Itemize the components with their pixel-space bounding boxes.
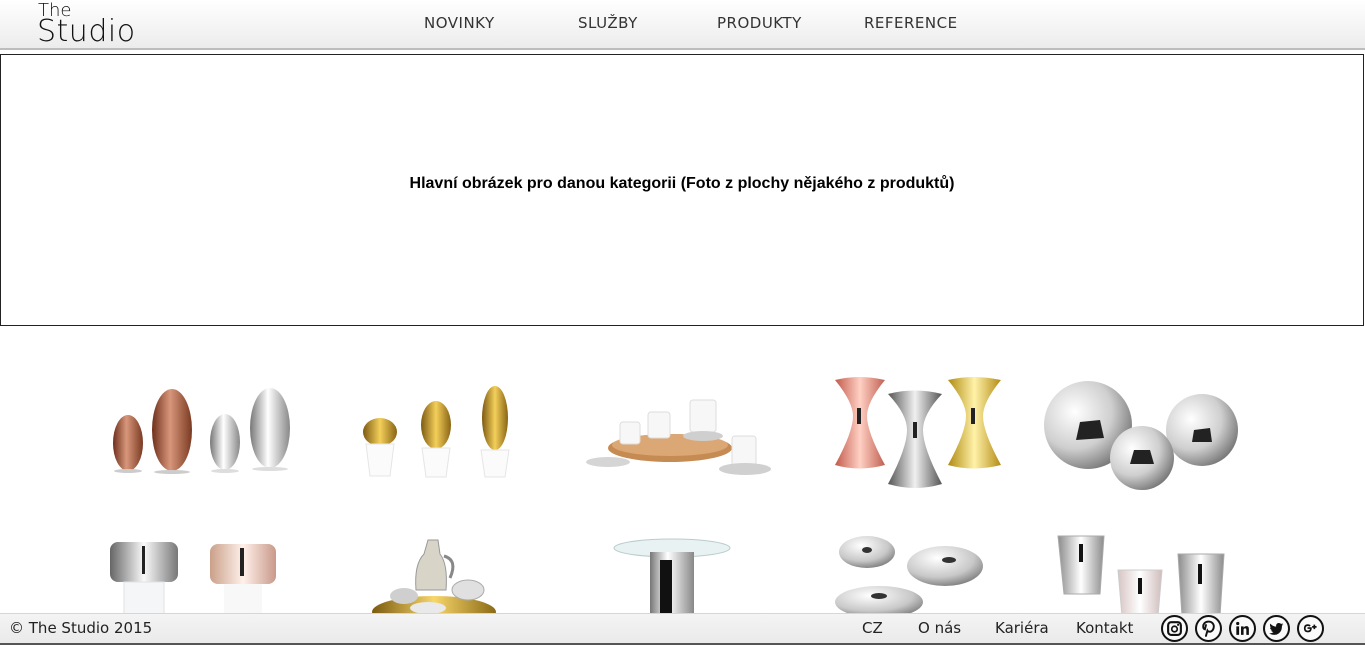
instagram-icon[interactable]: [1161, 615, 1188, 642]
product-tile-candle-tray[interactable]: [560, 370, 800, 510]
site-footer: © The Studio 2015 CZ O nás Kariéra Konta…: [0, 613, 1365, 645]
hourglass-stools-image: [835, 377, 1001, 488]
cactus-pots-image: [363, 386, 510, 478]
lamps-image: [110, 542, 276, 615]
nav-sluzby[interactable]: SLUŽBY: [578, 14, 638, 32]
logo-studio: Studio: [37, 14, 136, 49]
site-header: The Studio NOVINKY SLUŽBY PRODUKTY REFER…: [0, 0, 1365, 50]
silver-pebbles-image: [835, 536, 983, 615]
tea-set-image: [372, 539, 496, 615]
hero-placeholder-text: Hlavní obrázek pro danou kategorii (Foto…: [409, 175, 955, 192]
product-tile-silver-spheres[interactable]: [1030, 370, 1270, 510]
footer-link-kontakt[interactable]: Kontakt: [1076, 619, 1133, 637]
nav-reference[interactable]: REFERENCE: [864, 14, 958, 32]
product-tile-cactus-pots[interactable]: [320, 370, 560, 510]
category-hero-image: Hlavní obrázek pro danou kategorii (Foto…: [0, 54, 1364, 326]
product-tile-tea-set[interactable]: [320, 520, 560, 615]
twitter-icon[interactable]: [1263, 615, 1290, 642]
candle-tray-image: [586, 399, 771, 475]
copyright-text: © The Studio 2015: [9, 619, 153, 637]
silver-spheres-image: [1044, 381, 1238, 490]
product-tile-glass-table[interactable]: [560, 520, 800, 615]
egg-vases-image: [113, 388, 290, 474]
linkedin-icon[interactable]: [1229, 615, 1256, 642]
product-tile-egg-vases[interactable]: [80, 370, 320, 510]
nav-produkty[interactable]: PRODUKTY: [717, 14, 802, 32]
product-tile-lamps[interactable]: [80, 520, 320, 615]
product-grid: [0, 360, 1365, 615]
footer-link-kariera[interactable]: Kariéra: [995, 619, 1049, 637]
glass-table-image: [613, 538, 731, 615]
footer-link-o-nas[interactable]: O nás: [918, 619, 961, 637]
product-tile-silver-vessels[interactable]: [1030, 520, 1270, 615]
nav-novinky[interactable]: NOVINKY: [424, 14, 495, 32]
product-tile-hourglass-stools[interactable]: [795, 360, 1035, 500]
silver-vessels-image: [1057, 535, 1225, 615]
product-tile-silver-pebbles[interactable]: [795, 520, 1035, 615]
google-plus-icon[interactable]: [1297, 615, 1324, 642]
site-logo[interactable]: The Studio: [37, 2, 149, 50]
pinterest-icon[interactable]: [1195, 615, 1222, 642]
footer-link-cz[interactable]: CZ: [862, 619, 883, 637]
